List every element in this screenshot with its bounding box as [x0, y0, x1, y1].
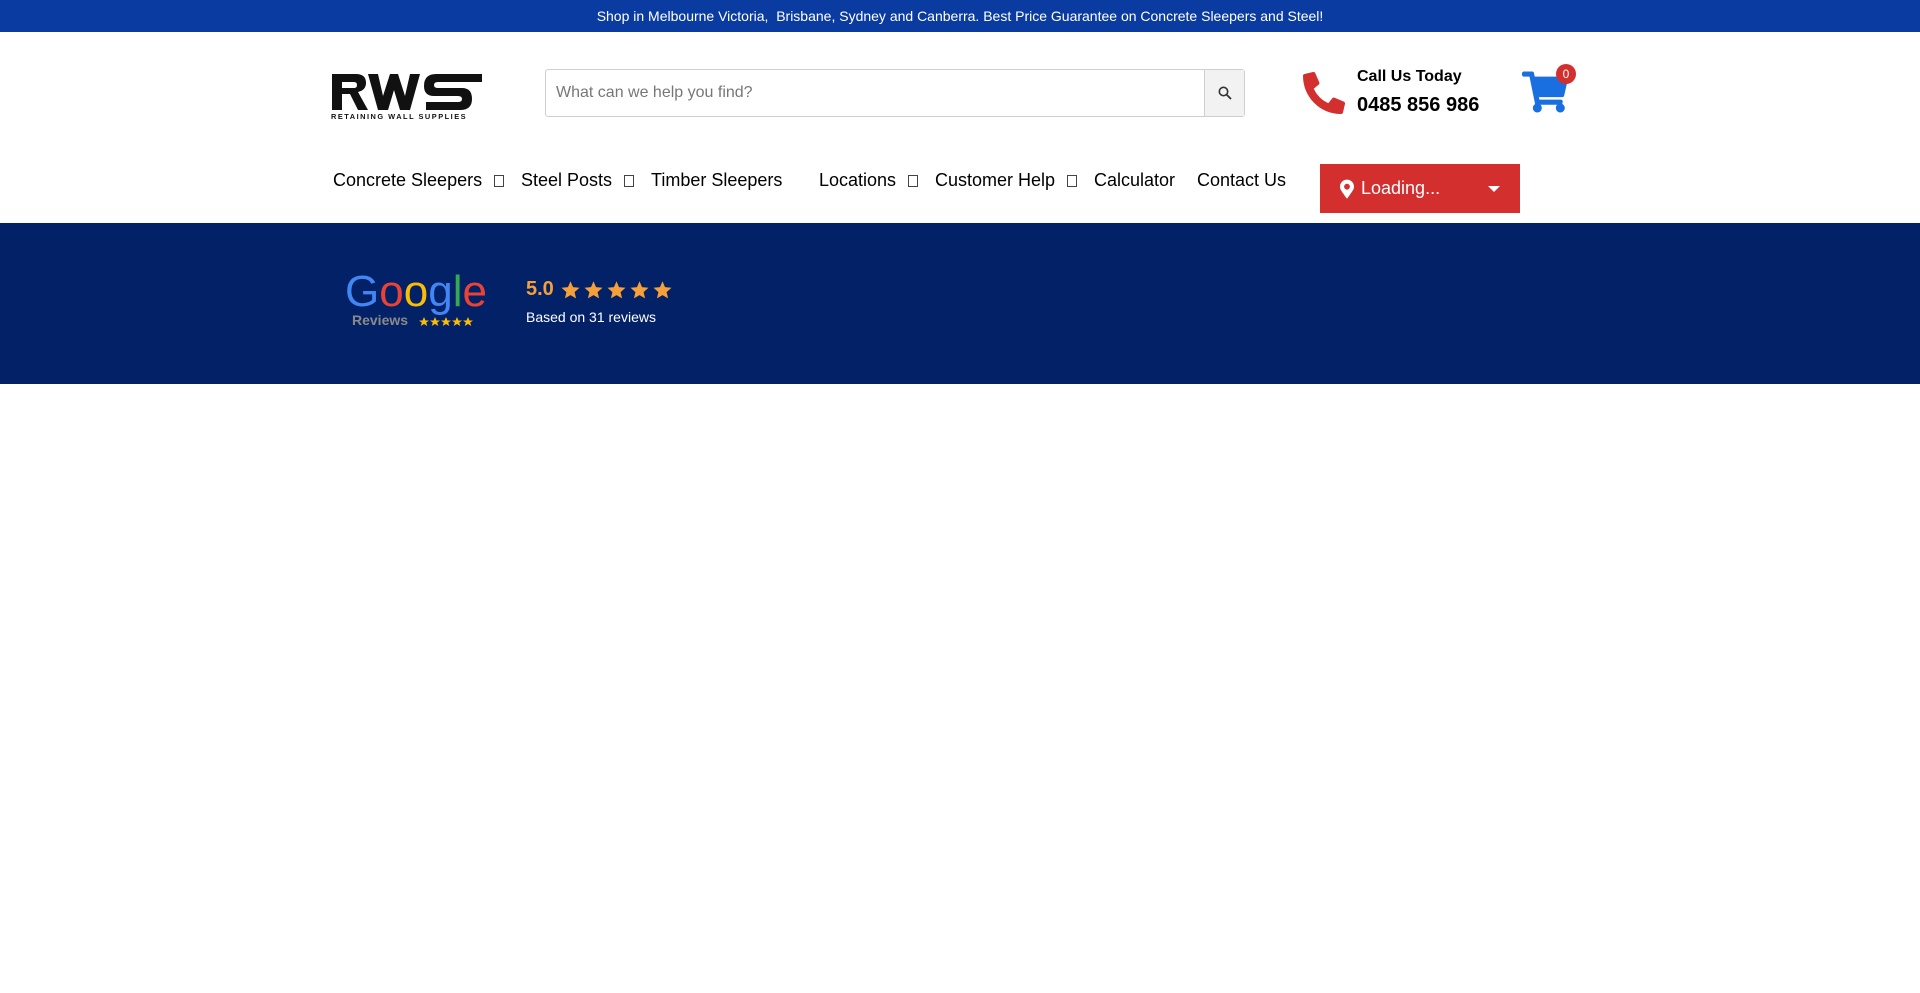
svg-text:Google: Google: [345, 270, 487, 316]
call-us-label: Call Us Today: [1357, 68, 1462, 85]
nav-label: Locations: [819, 170, 897, 190]
location-selector-button[interactable]: Loading...: [1320, 164, 1520, 213]
nav-contact-us[interactable]: Contact Us: [1197, 170, 1286, 191]
map-pin-icon: [1340, 179, 1354, 198]
announcement-bar: Shop in Melbourne Victoria, Brisbane, Sy…: [0, 0, 1920, 32]
logo-tagline: RETAINING WALL SUPPLIES: [331, 112, 467, 120]
reviews-count: Based on 31 reviews: [526, 309, 656, 325]
location-label: Loading...: [1361, 178, 1441, 198]
nav-label: Steel Posts: [521, 170, 613, 190]
rating-value: 5.0: [526, 278, 554, 300]
star-icon: [630, 280, 649, 298]
rating-summary: 5.0: [526, 278, 675, 301]
google-reviews-logo[interactable]: Google Reviews: [345, 270, 487, 332]
nav-customer-help[interactable]: Customer Help: [935, 170, 1078, 191]
nav-label: Customer Help: [935, 170, 1056, 190]
star-icon: [561, 280, 580, 298]
search-button[interactable]: [1204, 70, 1244, 116]
caret-down-icon: [1488, 185, 1500, 192]
rating-stars: [560, 280, 675, 300]
search-bar: [545, 69, 1245, 117]
reviews-band: [0, 223, 1920, 384]
phone-number[interactable]: 0485 856 986: [1357, 94, 1479, 117]
nav-label: Timber Sleepers: [651, 170, 783, 190]
announcement-text: Shop in Melbourne Victoria, Brisbane, Sy…: [596, 8, 1324, 24]
site-logo[interactable]: RETAINING WALL SUPPLIES: [330, 68, 488, 120]
star-icon: [607, 280, 626, 298]
nav-locations[interactable]: Locations: [819, 170, 919, 191]
star-icon: [584, 280, 603, 298]
chevron-down-icon: [1067, 174, 1078, 187]
svg-text:Reviews: Reviews: [352, 312, 408, 328]
nav-concrete-sleepers[interactable]: Concrete Sleepers: [333, 170, 505, 191]
star-icon: [653, 280, 672, 298]
chevron-down-icon: [494, 174, 505, 187]
chevron-down-icon: [624, 174, 635, 187]
cart-count-badge: 0: [1556, 64, 1576, 84]
nav-calculator[interactable]: Calculator: [1094, 170, 1175, 191]
search-icon: [1218, 86, 1232, 100]
nav-label: Calculator: [1094, 170, 1176, 190]
chevron-down-icon: [908, 174, 919, 187]
nav-steel-posts[interactable]: Steel Posts: [521, 170, 635, 191]
nav-label: Concrete Sleepers: [333, 170, 483, 190]
nav-label: Contact Us: [1197, 170, 1287, 190]
nav-timber-sleepers[interactable]: Timber Sleepers: [651, 170, 782, 191]
phone-icon[interactable]: [1303, 72, 1345, 114]
search-input[interactable]: [546, 70, 1204, 116]
